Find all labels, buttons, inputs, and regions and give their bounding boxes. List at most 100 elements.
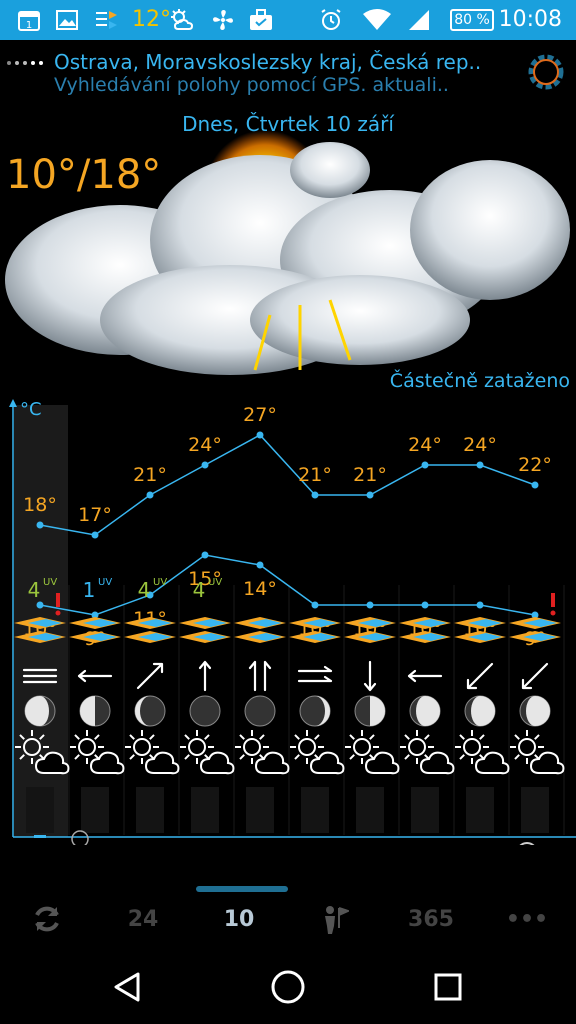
day-label[interactable]: 11 pá (71, 842, 133, 845)
precip-bar (191, 787, 219, 833)
page-dots-icon (7, 61, 43, 65)
uv-index-value: 4 (193, 578, 206, 602)
warning-icon (551, 593, 555, 607)
high-temp-point (311, 491, 319, 499)
location-name[interactable]: Ostrava, Moravskoslezsky kraj, Česká rep… (54, 50, 481, 74)
precip-bar (356, 787, 384, 833)
high-temp-label: 18° (23, 494, 57, 516)
uv-index-value: 1 (83, 578, 96, 602)
sun-icon (298, 738, 316, 756)
briefcase-icon (246, 0, 276, 40)
high-temp-label: 24° (463, 434, 497, 456)
high-temp-label: 21° (133, 464, 167, 486)
warning-dot-icon (550, 610, 556, 616)
precip-bar (411, 787, 439, 833)
precip-bar (466, 787, 494, 833)
day-label[interactable]: 10 čt (16, 842, 72, 845)
high-temp-label: 24° (408, 434, 442, 456)
more-icon[interactable]: ••• (480, 888, 574, 950)
high-temp-point (146, 491, 154, 499)
sun-icon (78, 738, 96, 756)
day-label[interactable]: 13 ne (181, 842, 243, 845)
forecast-chart[interactable]: °C18°17°21°24°27°21°21°24°24°22°10°9°11°… (0, 395, 576, 845)
uv-index-label: UV (208, 577, 222, 588)
high-temp-label: 21° (298, 464, 332, 486)
precip-bar (81, 787, 109, 833)
high-temp-point (36, 521, 44, 529)
low-temp-point (256, 561, 264, 569)
high-temp-line (39, 434, 536, 536)
y-axis-label: °C (20, 399, 42, 420)
settings-gear-icon[interactable] (524, 50, 568, 94)
high-temp-label: 27° (243, 404, 277, 426)
moon-phase-icon (244, 695, 276, 727)
precip-bar (26, 787, 54, 833)
wifi-icon (360, 0, 394, 40)
temperature-range: 10°/18° (6, 152, 162, 198)
precip-bar (136, 787, 164, 833)
clock: 10:08 (498, 7, 562, 32)
high-temp-label: 24° (188, 434, 222, 456)
uv-index-label: UV (153, 577, 167, 588)
tab-10-days[interactable]: 10 (192, 888, 286, 950)
partly-cloudy-icon (166, 0, 200, 40)
low-temp-point (366, 601, 374, 609)
day-label[interactable]: 17 čt (401, 842, 457, 845)
day-label[interactable]: 16 st (346, 842, 402, 845)
wind-north-icon (198, 660, 212, 692)
high-temp-point (366, 491, 374, 499)
warning-dot-icon (55, 610, 61, 616)
high-temp-point (201, 461, 209, 469)
high-temp-label: 17° (78, 504, 112, 526)
low-temp-line (39, 554, 536, 616)
sun-icon (188, 738, 206, 756)
high-temp-label: 22° (518, 454, 552, 476)
low-temp-point (476, 601, 484, 609)
moon-lit-part (80, 696, 95, 726)
uv-index-label: UV (98, 577, 112, 588)
high-temp-label: 21° (353, 464, 387, 486)
high-temp-point (256, 431, 264, 439)
calendar-icon: 1 (14, 0, 44, 40)
navigation-bar (0, 950, 576, 1024)
day-label[interactable]: 14 po (236, 842, 298, 845)
high-temp-point (531, 481, 539, 489)
bottom-tabs: 24 10 365 ••• (0, 888, 576, 950)
recents-icon[interactable] (403, 950, 493, 1024)
day-label[interactable]: 15 út (291, 842, 349, 845)
sun-icon (353, 738, 371, 756)
uv-index-value: 4 (28, 578, 41, 602)
sun-icon (243, 738, 261, 756)
tab-365[interactable]: 365 (384, 888, 478, 950)
refresh-icon[interactable] (0, 888, 94, 950)
wind-south-icon (363, 660, 377, 692)
high-temp-point (421, 461, 429, 469)
battery-indicator: 80 % (450, 9, 494, 31)
precip-bar (301, 787, 329, 833)
day-label[interactable]: 12 so (126, 842, 185, 845)
home-icon[interactable] (243, 950, 333, 1024)
wind-northeast-icon (136, 662, 164, 690)
sun-icon (408, 738, 426, 756)
signal-icon (404, 0, 434, 40)
sun-icon (518, 738, 536, 756)
y-axis-arrow-icon (9, 399, 17, 407)
tab-24h[interactable]: 24 (96, 888, 190, 950)
calendar-day: 1 (26, 20, 32, 31)
high-temp-point (91, 531, 99, 539)
wind-north-strong-icon (248, 660, 272, 692)
day-label[interactable]: 18 pá (456, 842, 518, 845)
precip-bar (246, 787, 274, 833)
wind-southwest-icon (466, 662, 494, 690)
status-bar: 1 12° 80 % 10:08 (0, 0, 576, 40)
person-flag-icon[interactable] (288, 888, 382, 950)
high-temp-point (476, 461, 484, 469)
sun-icon (463, 738, 481, 756)
today-date: Dnes, Čtvrtek 10 září (182, 112, 394, 136)
wind-west-icon (77, 669, 113, 683)
back-icon[interactable] (82, 950, 172, 1024)
weather-widget-icon (90, 0, 124, 40)
fan-icon (208, 0, 238, 40)
gps-status: Vyhledávání polohy pomocí GPS. aktuali.. (54, 74, 449, 96)
wind-east-icon (297, 665, 333, 683)
